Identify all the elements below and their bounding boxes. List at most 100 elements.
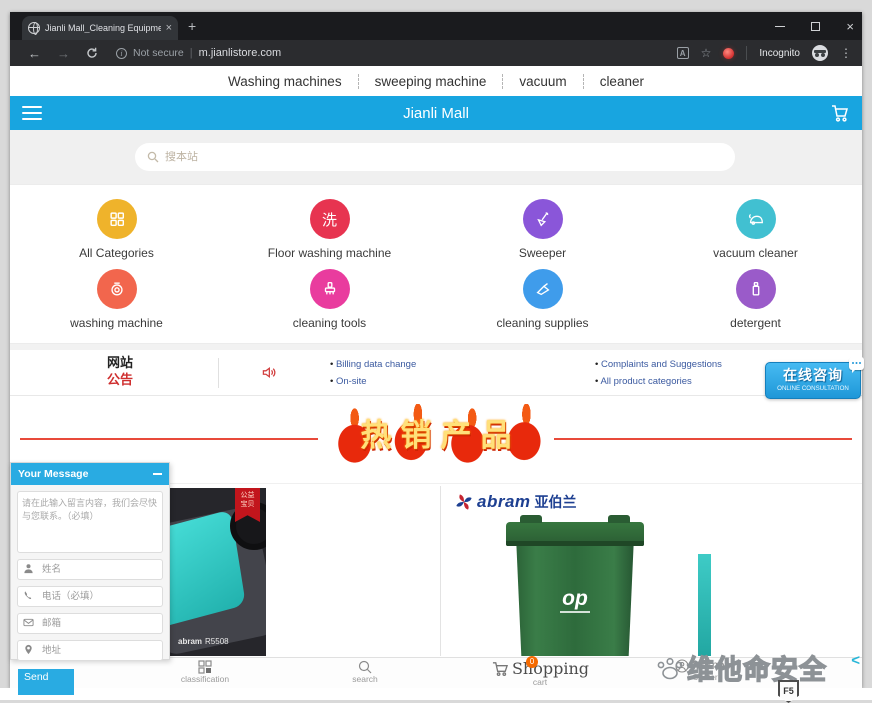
cart-icon[interactable]: [830, 103, 850, 123]
online-consultation-button[interactable]: 在线咨询 ONLINE CONSULTATION: [765, 362, 861, 399]
address-bar[interactable]: i Not secure | m.jianlistore.com: [116, 47, 677, 59]
message-form: Your Message Send: [10, 462, 170, 660]
tab-title: Jianli Mall_Cleaning Equipment C: [45, 23, 161, 33]
abram-brand-logo: abram 亚伯兰: [455, 492, 577, 512]
product-image-trash-bin[interactable]: op: [506, 514, 644, 656]
browser-toolbar: ← → i Not secure | m.jianlistore.com A ☆…: [10, 40, 862, 66]
cart-label-top: Shopping: [512, 659, 589, 678]
wash-character-icon: 洗: [310, 199, 350, 239]
dustpan-icon: [523, 269, 563, 309]
watermark-text: 维他命安全: [687, 648, 827, 687]
category-label: cleaning tools: [293, 316, 366, 330]
announcement-link-billing[interactable]: Billing data change: [330, 356, 416, 373]
announcement-link-onsite[interactable]: On-site: [330, 373, 416, 390]
maximize-button[interactable]: [811, 22, 820, 31]
announcement-link-complaints[interactable]: Complaints and Suggestions: [595, 356, 722, 373]
user-icon: [23, 563, 34, 574]
side-drawer-handle[interactable]: <: [851, 652, 860, 669]
site-title: Jianli Mall: [10, 105, 862, 122]
send-button[interactable]: Send: [18, 669, 74, 695]
tab-strip: Jianli Mall_Cleaning Equipment C × + ×: [10, 12, 862, 40]
nav-item-sweeping-machine[interactable]: sweeping machine: [358, 74, 503, 89]
new-tab-button[interactable]: +: [188, 19, 196, 33]
cart-count-badge: 0: [526, 656, 538, 668]
grid-icon: [97, 199, 137, 239]
incognito-label: Incognito: [759, 48, 800, 59]
bookmark-star-icon[interactable]: ☆: [701, 46, 712, 60]
top-nav: Washing machines sweeping machine vacuum…: [10, 66, 862, 96]
message-form-header[interactable]: Your Message: [11, 463, 169, 485]
toolbar-divider: [746, 46, 747, 60]
site-header: Jianli Mall: [10, 96, 862, 130]
announcement-link-all-products[interactable]: All product categories: [595, 373, 722, 390]
bottom-nav-label: classification: [170, 675, 240, 684]
bottom-nav-search[interactable]: search: [330, 659, 400, 684]
url-text[interactable]: m.jianlistore.com: [199, 47, 282, 59]
cart-icon: [491, 660, 510, 677]
back-icon[interactable]: ←: [28, 46, 41, 61]
category-label: Sweeper: [519, 246, 566, 260]
brand-name-cn: 亚伯兰: [535, 492, 577, 512]
translate-icon[interactable]: A: [677, 47, 689, 59]
classification-grid-icon: [197, 659, 213, 675]
tab-close-icon[interactable]: ×: [166, 23, 172, 34]
paw-icon: [655, 654, 685, 682]
category-label: vacuum cleaner: [713, 246, 798, 260]
search-icon: [147, 151, 159, 163]
category-cleaning-supplies[interactable]: cleaning supplies: [436, 269, 649, 339]
name-field[interactable]: [17, 559, 163, 580]
bin-body: op: [514, 546, 636, 656]
browser-tab[interactable]: Jianli Mall_Cleaning Equipment C ×: [22, 16, 178, 40]
close-window-button[interactable]: ×: [846, 20, 854, 33]
bottom-nav-classification[interactable]: classification: [170, 659, 240, 684]
brush-icon: [310, 269, 350, 309]
cart-label-bottom: cart: [480, 678, 600, 687]
phone-icon: [23, 590, 34, 601]
info-icon[interactable]: i: [116, 48, 127, 59]
category-label: All Categories: [79, 246, 154, 260]
menu-hamburger-icon[interactable]: [22, 106, 42, 121]
category-sweeper[interactable]: Sweeper: [436, 199, 649, 269]
category-label: Floor washing machine: [268, 246, 391, 260]
nav-item-cleaner[interactable]: cleaner: [583, 74, 660, 89]
page-bottom-margin: [0, 688, 872, 700]
chrome-menu-icon[interactable]: ⋮: [840, 46, 852, 60]
email-field[interactable]: [17, 613, 163, 634]
category-floor-washing-machine[interactable]: 洗 Floor washing machine: [223, 199, 436, 269]
extension-record-icon[interactable]: [723, 48, 734, 59]
message-textarea[interactable]: [17, 491, 163, 553]
announcement-bar: 网站 公告 Billing data change On-site Compla…: [10, 350, 862, 396]
minimize-button[interactable]: [775, 26, 785, 27]
category-washing-machine[interactable]: washing machine: [10, 269, 223, 339]
phone-field[interactable]: [17, 586, 163, 607]
category-cleaning-tools[interactable]: cleaning tools: [223, 269, 436, 339]
browser-window: Jianli Mall_Cleaning Equipment C × + × ←…: [10, 12, 862, 688]
nav-item-vacuum[interactable]: vacuum: [502, 74, 582, 89]
search-section: [10, 130, 862, 184]
bottom-nav-shopping-cart[interactable]: Shopping 0 cart: [480, 659, 600, 687]
banner-line-right: [554, 438, 852, 440]
bin-lid: [506, 522, 644, 546]
next-product-edge: [698, 554, 711, 656]
search-input[interactable]: [165, 151, 723, 163]
consult-title: 在线咨询: [766, 365, 860, 385]
reload-icon[interactable]: [86, 47, 98, 59]
product-divider: [440, 486, 441, 656]
speaker-icon: [260, 364, 277, 381]
category-label: cleaning supplies: [496, 316, 588, 330]
chat-bubble-icon: [849, 357, 864, 370]
category-label: detergent: [730, 316, 781, 330]
sweeper-icon: [523, 199, 563, 239]
forward-icon[interactable]: →: [57, 46, 70, 61]
nav-item-washing-machines[interactable]: Washing machines: [212, 74, 358, 89]
category-detergent[interactable]: detergent: [649, 269, 862, 339]
address-field[interactable]: [17, 640, 163, 661]
globe-favicon-icon: [28, 22, 40, 34]
minimize-form-icon[interactable]: [153, 473, 162, 475]
search-box[interactable]: [135, 143, 735, 171]
message-form-title: Your Message: [18, 468, 88, 480]
product-image-scrubber[interactable]: 公益 宝贝 abramR5508: [170, 488, 266, 656]
category-all-categories[interactable]: All Categories: [10, 199, 223, 269]
bottom-nav-label: search: [330, 675, 400, 684]
category-vacuum-cleaner[interactable]: vacuum cleaner: [649, 199, 862, 269]
